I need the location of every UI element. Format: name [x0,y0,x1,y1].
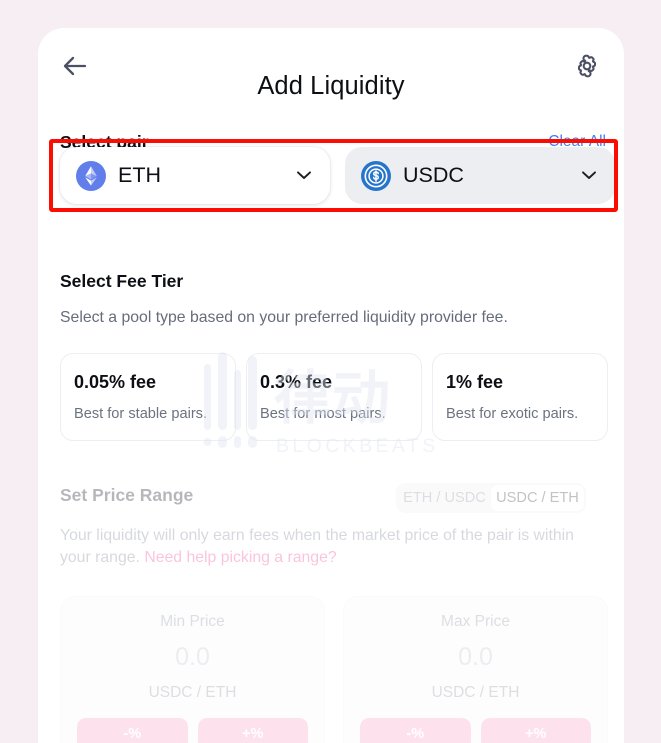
fee-tier-card-list: 0.05% fee Best for stable pairs. 0.3% fe… [60,353,608,441]
token-selector-eth[interactable]: ETH [60,147,330,204]
toggle-option-usdc-eth[interactable]: USDC / ETH [491,485,584,511]
min-price-card[interactable]: Min Price 0.0 USDC / ETH -% +% [60,596,325,743]
fee-tier-heading: Select Fee Tier [60,271,184,291]
token-symbol-usdc: USDC [403,163,464,187]
token-symbol-eth: ETH [118,163,161,187]
max-price-increment-button[interactable]: +% [480,718,591,743]
fee-tier-description: Select a pool type based on your preferr… [60,309,508,326]
price-range-heading: Set Price Range [60,485,194,505]
toggle-option-eth-usdc[interactable]: ETH / USDC [398,485,491,511]
max-price-decrement-button[interactable]: -% [360,718,471,743]
max-price-value[interactable]: 0.0 [360,643,591,672]
fee-tier-option[interactable]: 0.3% fee Best for most pairs. [246,353,422,441]
chevron-down-icon [582,171,596,179]
min-price-label: Min Price [160,613,225,630]
settings-button[interactable] [566,46,608,86]
chevron-down-icon [297,171,311,179]
page-title: Add Liquidity [257,72,405,100]
fee-tier-title: 0.05% fee [74,372,157,392]
min-price-step-buttons: -% +% [77,718,308,743]
token-selector-usdc[interactable]: USDC [345,147,615,204]
fee-tier-option[interactable]: 1% fee Best for exotic pairs. [432,353,608,441]
price-input-list: Min Price 0.0 USDC / ETH -% +% Max Price… [60,596,608,743]
min-price-unit: USDC / ETH [148,684,237,701]
fee-tier-option[interactable]: 0.05% fee Best for stable pairs. [60,353,236,441]
gear-icon [577,54,597,78]
ethereum-icon [76,161,106,191]
add-liquidity-card: Add Liquidity Select pair Clear All ETH [38,28,624,743]
price-range-description-text: Your liquidity will only earn fees when … [60,527,574,566]
fee-tier-subtitle: Best for most pairs. [260,406,386,422]
price-range-description: Your liquidity will only earn fees when … [60,525,608,569]
fee-tier-title: 0.3% fee [260,372,333,392]
min-price-decrement-button[interactable]: -% [77,718,188,743]
price-unit-toggle[interactable]: ETH / USDC USDC / ETH [396,483,586,513]
usdc-icon [361,161,391,191]
fee-tier-subtitle: Best for stable pairs. [74,406,208,422]
min-price-increment-button[interactable]: +% [197,718,308,743]
max-price-unit: USDC / ETH [431,684,520,701]
fee-tier-subtitle: Best for exotic pairs. [446,406,579,422]
fee-tier-title: 1% fee [446,372,504,392]
min-price-value[interactable]: 0.0 [77,643,308,672]
card-header: Add Liquidity [38,28,624,102]
max-price-card[interactable]: Max Price 0.0 USDC / ETH -% +% [343,596,608,743]
max-price-label: Max Price [441,613,510,630]
max-price-step-buttons: -% +% [360,718,591,743]
price-range-help-link[interactable]: Need help picking a range? [144,549,336,566]
